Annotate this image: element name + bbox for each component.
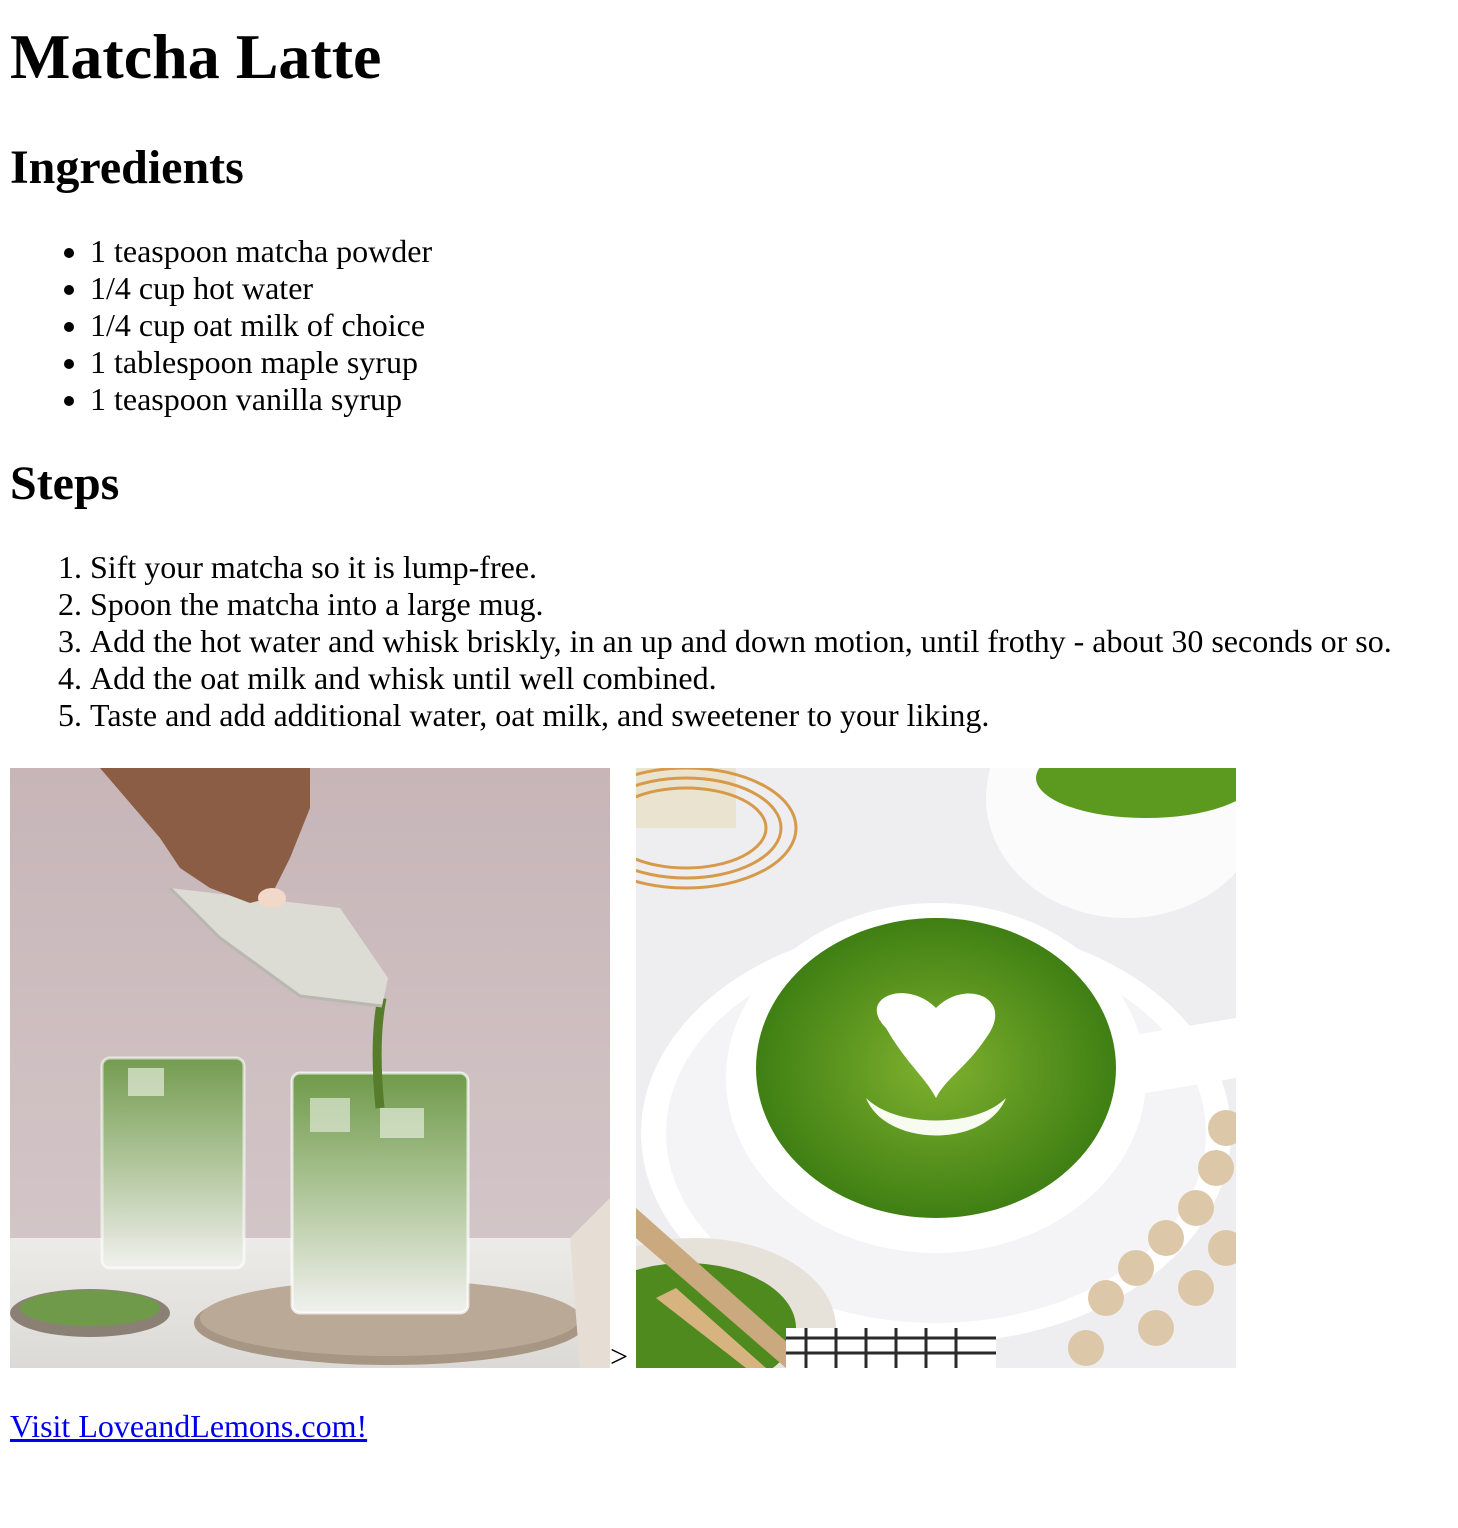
iced-matcha-photo xyxy=(10,767,610,1368)
ingredients-list: 1 teaspoon matcha powder 1/4 cup hot wat… xyxy=(10,233,1448,418)
step-item: Add the hot water and whisk briskly, in … xyxy=(90,623,1448,660)
visit-loveandlemons-link[interactable]: Visit LoveandLemons.com! xyxy=(10,1408,367,1444)
hot-matcha-latte-photo xyxy=(636,767,1236,1368)
recipe-page: Matcha Latte Ingredients 1 teaspoon matc… xyxy=(0,20,1458,1445)
ingredients-heading: Ingredients xyxy=(10,140,244,194)
photo-row: > xyxy=(10,767,1448,1372)
ingredient-item: 1 teaspoon matcha powder xyxy=(90,233,1448,270)
ingredient-item: 1 tablespoon maple syrup xyxy=(90,344,1448,381)
step-item: Spoon the matcha into a large mug. xyxy=(90,586,1448,623)
step-item: Taste and add additional water, oat milk… xyxy=(90,697,1448,734)
step-item: Add the oat milk and whisk until well co… xyxy=(90,660,1448,697)
ingredient-item: 1/4 cup hot water xyxy=(90,270,1448,307)
steps-list: Sift your matcha so it is lump-free. Spo… xyxy=(10,549,1448,734)
ingredient-item: 1 teaspoon vanilla syrup xyxy=(90,381,1448,418)
ingredient-item: 1/4 cup oat milk of choice xyxy=(90,307,1448,344)
steps-heading: Steps xyxy=(10,456,120,510)
stray-gt-text: > xyxy=(610,1337,629,1374)
page-title: Matcha Latte xyxy=(10,21,382,92)
step-item: Sift your matcha so it is lump-free. xyxy=(90,549,1448,586)
link-row: Visit LoveandLemons.com! xyxy=(10,1408,1448,1445)
